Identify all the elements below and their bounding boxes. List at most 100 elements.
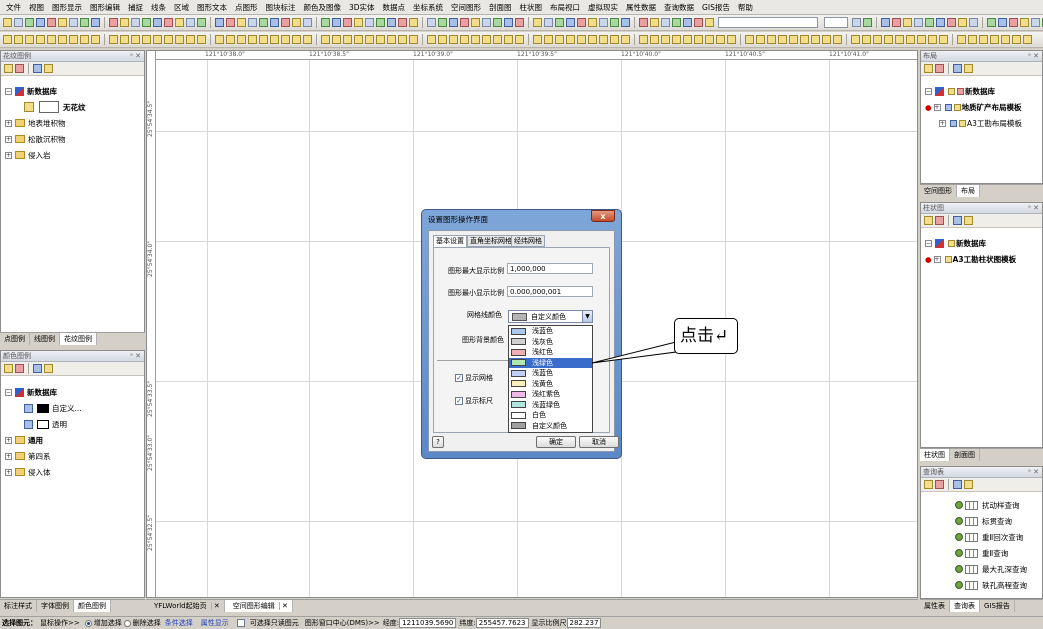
toolbar-button-icon[interactable]: [493, 35, 502, 44]
toolbar-button-icon[interactable]: [544, 18, 553, 27]
tab-attr-table[interactable]: 属性表: [920, 600, 950, 612]
toolbar-button-icon[interactable]: [957, 35, 966, 44]
menu-item[interactable]: 图形文本: [193, 2, 231, 13]
toolbar-button-icon[interactable]: [80, 35, 89, 44]
toolbar-button-icon[interactable]: [672, 18, 681, 27]
toolbar-button-icon[interactable]: [555, 18, 564, 27]
toolbar-button-icon[interactable]: [533, 35, 542, 44]
toolbar-button-icon[interactable]: [164, 35, 173, 44]
toolbar-button-icon[interactable]: [873, 35, 882, 44]
toolbar-button-icon[interactable]: [438, 18, 447, 27]
toolbar-button-icon[interactable]: [471, 18, 480, 27]
cancel-button[interactable]: 取消: [579, 436, 619, 448]
toolbar-button-icon[interactable]: [504, 18, 513, 27]
toolbar-button-icon[interactable]: [303, 35, 312, 44]
show-ruler-checkbox[interactable]: ✓ 显示标尺: [455, 396, 493, 406]
tab-query-table[interactable]: 查询表: [950, 600, 980, 612]
menu-item[interactable]: 视图: [25, 2, 48, 13]
toolbar-button-icon[interactable]: [778, 35, 787, 44]
toolbar-button-icon[interactable]: [215, 35, 224, 44]
close-icon[interactable]: ᵃ ✕: [1028, 203, 1039, 214]
menu-item[interactable]: 空间图形: [447, 2, 485, 13]
toolbar-button-icon[interactable]: [58, 18, 67, 27]
tree-node-root[interactable]: − 新数据库: [925, 235, 1016, 251]
color-option[interactable]: 浅黄色: [509, 379, 592, 390]
toolbar-button-icon[interactable]: [321, 18, 330, 27]
toolbar-button-icon[interactable]: [493, 18, 502, 27]
toolbar-button-icon[interactable]: [36, 18, 45, 27]
tree-node[interactable]: + 侵入岩: [5, 147, 86, 163]
color-option[interactable]: 浅红色: [509, 347, 592, 358]
toolbar-button-icon[interactable]: [365, 35, 374, 44]
toolbar-button-icon[interactable]: [409, 35, 418, 44]
toolbar-button-icon[interactable]: [438, 35, 447, 44]
menu-item[interactable]: GIS报告: [698, 2, 734, 13]
toolbar-button-icon[interactable]: [460, 35, 469, 44]
toolbar-button-icon[interactable]: [175, 35, 184, 44]
toolbar-button-icon[interactable]: [47, 35, 56, 44]
toolbar-button-icon[interactable]: [544, 35, 553, 44]
tab-start-page[interactable]: YFLWorld起始页 ✕: [146, 600, 225, 612]
toolbar-button-icon[interactable]: [610, 18, 619, 27]
tree-node[interactable]: + 地表堆积物: [5, 115, 86, 131]
toolbar-button-icon[interactable]: [131, 18, 140, 27]
toolbar-button-icon[interactable]: [968, 35, 977, 44]
query-item[interactable]: 重Ⅱ回次查询: [955, 529, 1027, 545]
color-option[interactable]: 白色: [509, 410, 592, 421]
max-scale-input[interactable]: 1,000,000: [507, 263, 593, 274]
toolbar-button-icon[interactable]: [683, 18, 692, 27]
ok-button[interactable]: 确定: [536, 436, 576, 448]
tab-column[interactable]: 柱状图: [920, 449, 950, 461]
toolbar-button-icon[interactable]: [903, 18, 912, 27]
tree-node-color[interactable]: 自定义...: [5, 400, 82, 416]
tree-node-root[interactable]: − 新数据库: [5, 83, 86, 99]
scale-field[interactable]: 282.237: [566, 618, 602, 628]
toolbar-button-icon[interactable]: [409, 18, 418, 27]
menu-item[interactable]: 图形显示: [48, 2, 86, 13]
menu-item[interactable]: 文件: [2, 2, 25, 13]
toolbar-button-icon[interactable]: [120, 18, 129, 27]
toolbar-button-icon[interactable]: [343, 35, 352, 44]
toolbar-button-icon[interactable]: [928, 35, 937, 44]
toolbar-button-icon[interactable]: [175, 18, 184, 27]
toolbar-button-icon[interactable]: [343, 18, 352, 27]
toolbar-button-icon[interactable]: [237, 18, 246, 27]
tree-node[interactable]: + 第四系: [5, 448, 82, 464]
grid-color-dropdown[interactable]: 自定义颜色 ▼: [508, 310, 593, 323]
toolbar-button-icon[interactable]: [789, 35, 798, 44]
toolbar-button-icon[interactable]: [895, 35, 904, 44]
toolbar-button-icon[interactable]: [354, 35, 363, 44]
close-icon[interactable]: ᵃ ✕: [1028, 51, 1039, 62]
toolbar-button-icon[interactable]: [863, 18, 872, 27]
toolbar-button-icon[interactable]: [917, 35, 926, 44]
toolbar-button-icon[interactable]: [811, 35, 820, 44]
toolbar-button-icon[interactable]: [599, 18, 608, 27]
toolbar-button-icon[interactable]: [270, 18, 279, 27]
toolbar-button-icon[interactable]: [120, 35, 129, 44]
toolbar-button-icon[interactable]: [936, 18, 945, 27]
toolbar-button-icon[interactable]: [577, 18, 586, 27]
toolbar-button-icon[interactable]: [25, 35, 34, 44]
tab-line-legend[interactable]: 线图例: [30, 333, 60, 345]
toolbar-button-icon[interactable]: [588, 18, 597, 27]
toolbar-button-icon[interactable]: [822, 35, 831, 44]
show-grid-checkbox[interactable]: ✓ 显示网格: [455, 373, 493, 383]
toolbar-button-icon[interactable]: [109, 18, 118, 27]
menu-item[interactable]: 点图形: [231, 2, 262, 13]
toolbar-button-icon[interactable]: [727, 35, 736, 44]
tree-node-pattern[interactable]: 无花纹: [5, 99, 86, 115]
toolbar-button-icon[interactable]: [705, 35, 714, 44]
toolbar-button-icon[interactable]: [153, 18, 162, 27]
toolbar-button-icon[interactable]: [639, 18, 648, 27]
toolbar-button-icon[interactable]: [862, 35, 871, 44]
toolbar-button-icon[interactable]: [427, 35, 436, 44]
tree-node[interactable]: + 通用: [5, 432, 82, 448]
toolbar-button-icon[interactable]: [14, 35, 23, 44]
tab-section[interactable]: 剖面图: [950, 449, 980, 461]
toolbar-button-icon[interactable]: [716, 35, 725, 44]
toolbar-button-icon[interactable]: [833, 35, 842, 44]
toolbar-button-icon[interactable]: [376, 18, 385, 27]
font-size-combo[interactable]: [824, 17, 848, 28]
query-item[interactable]: 最大孔深查询: [955, 561, 1027, 577]
toolbar-button-icon[interactable]: [610, 35, 619, 44]
